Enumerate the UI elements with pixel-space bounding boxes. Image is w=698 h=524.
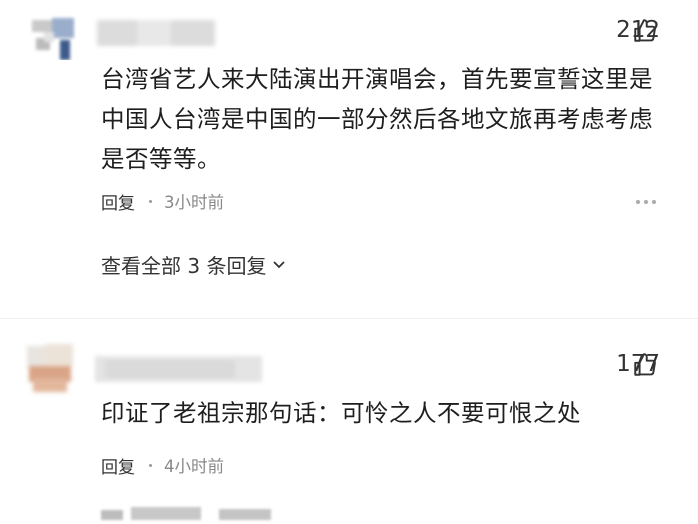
separator-dot (149, 463, 152, 467)
more-dots-icon[interactable] (636, 200, 656, 204)
comment-item: 177 印证了老祖宗那句话：可怜之人不要可恨之处 回复 4小时前 (0, 320, 698, 518)
reply-button[interactable]: 回复 (101, 453, 135, 478)
comment-meta: 回复 4小时前 (101, 453, 224, 478)
comment-text: 印证了老祖宗那句话：可怜之人不要可恨之处 (101, 399, 581, 427)
avatar[interactable] (30, 4, 76, 60)
comment-meta: 回复 3小时前 (101, 189, 224, 214)
truncated-content (101, 505, 281, 524)
view-all-replies-label: 查看全部 3 条回复 (101, 254, 267, 278)
timestamp: 3小时前 (164, 193, 224, 212)
thumbs-up-icon[interactable] (632, 352, 658, 378)
chevron-down-icon (272, 260, 286, 270)
separator-dot (149, 199, 152, 203)
comment-text: 台湾省艺人来大陆演出开演唱会，首先要宣誓这里是中国人台湾是中国的一部分然后各地文… (101, 65, 653, 173)
reply-button[interactable]: 回复 (101, 189, 135, 214)
comment-item: 212 台湾省艺人来大陆演出开演唱会，首先要宣誓这里是中国人台湾是中国的一部分然… (0, 0, 698, 300)
avatar[interactable] (23, 340, 77, 398)
username-blurred[interactable] (97, 20, 215, 46)
timestamp: 4小时前 (164, 457, 224, 476)
divider (0, 318, 698, 319)
thumbs-up-icon[interactable] (632, 18, 658, 44)
username-blurred[interactable] (95, 356, 262, 382)
view-all-replies-button[interactable]: 查看全部 3 条回复 (101, 250, 286, 279)
